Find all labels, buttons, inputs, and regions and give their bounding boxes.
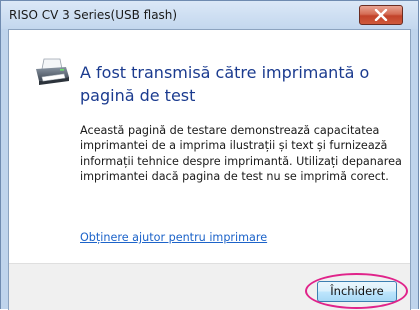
printer-icon (36, 58, 69, 85)
title-bar[interactable]: RISO CV 3 Series(USB flash) (1, 1, 418, 29)
close-button[interactable]: Închidere (317, 281, 397, 302)
title-close-button[interactable] (359, 5, 403, 25)
help-link[interactable]: Obținere ajutor pentru imprimare (80, 231, 267, 244)
dialog-footer: Închidere (9, 263, 410, 310)
close-icon (374, 9, 388, 21)
message-heading: A fost transmisă către imprimantă o pagi… (80, 63, 370, 105)
dialog-content: A fost transmisă către imprimantă o pagi… (8, 29, 411, 310)
dialog-window: RISO CV 3 Series(USB flash) A fost trans… (0, 0, 419, 310)
window-title: RISO CV 3 Series(USB flash) (9, 8, 178, 22)
message-body: Această pagină de testare demonstrează c… (80, 124, 402, 183)
